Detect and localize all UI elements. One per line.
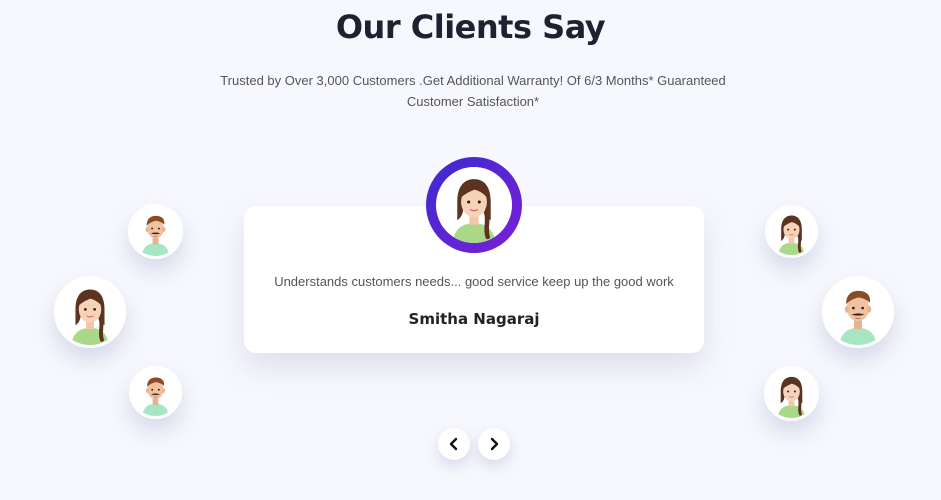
featured-female-avatar-icon [436, 167, 512, 243]
client-avatar-male-icon[interactable] [129, 366, 182, 419]
section-title: Our Clients Say [335, 8, 606, 46]
client-avatar-female-icon[interactable] [765, 205, 818, 258]
chevron-right-icon [490, 437, 499, 451]
featured-client-avatar [426, 157, 522, 253]
section-subtitle: Trusted by Over 3,000 Customers .Get Add… [220, 73, 726, 109]
prev-testimonial-button[interactable] [438, 428, 470, 460]
client-avatar-male-icon[interactable] [822, 276, 894, 348]
chevron-left-icon [449, 437, 458, 451]
next-testimonial-button[interactable] [478, 428, 510, 460]
client-avatar-female-icon[interactable] [764, 366, 819, 421]
client-avatar-female-icon[interactable] [54, 276, 126, 348]
client-avatar-male-icon[interactable] [128, 204, 183, 259]
testimonial-author-name: Smitha Nagaraj [408, 310, 540, 328]
testimonial-quote: Understands customers needs... good serv… [274, 274, 674, 289]
